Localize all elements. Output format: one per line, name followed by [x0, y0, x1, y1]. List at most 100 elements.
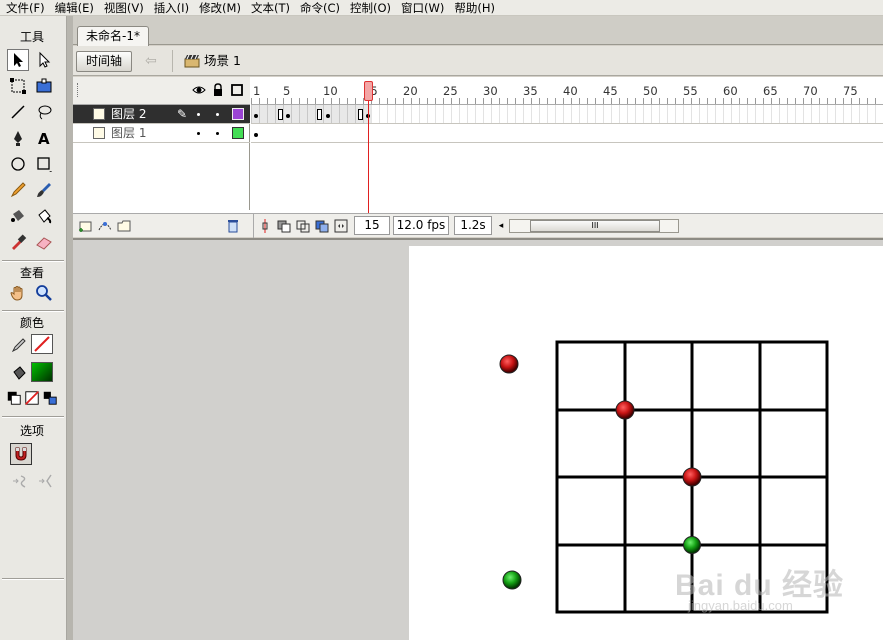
- no-color-icon: [34, 336, 50, 352]
- eyedropper-tool-button[interactable]: [7, 231, 29, 253]
- panel-grip[interactable]: [77, 83, 79, 97]
- line-tool-button[interactable]: [7, 101, 29, 123]
- timeline-toggle-button[interactable]: 时间轴: [76, 51, 132, 72]
- keyframe[interactable]: [286, 114, 290, 118]
- frame-end-marker[interactable]: [317, 109, 322, 120]
- add-motion-guide-icon[interactable]: [97, 218, 113, 234]
- menu-text[interactable]: 文本(T): [246, 1, 295, 15]
- document-tab[interactable]: 未命名-1*: [77, 26, 149, 46]
- pen-tool-button[interactable]: [7, 127, 29, 149]
- scene-label[interactable]: 场景 1: [204, 53, 241, 69]
- frame-grid[interactable]: [251, 105, 883, 210]
- red-ball[interactable]: [682, 467, 702, 487]
- frame-number: 50: [643, 84, 658, 98]
- baidu-watermark: Bai du 经验 jingyan.baidu.com: [600, 560, 880, 620]
- fill-color-bucket[interactable]: [8, 362, 30, 384]
- scroll-thumb[interactable]: III: [530, 220, 660, 232]
- keyframe[interactable]: [254, 133, 258, 137]
- swap-colors-button[interactable]: [42, 390, 58, 406]
- layer-row-1[interactable]: 图层 1: [73, 124, 250, 143]
- stroke-color-pencil[interactable]: [8, 334, 30, 356]
- menu-file[interactable]: 文件(F): [0, 1, 50, 15]
- layer-row-2[interactable]: 图层 2 ✎: [73, 105, 250, 124]
- back-arrow-icon[interactable]: ⇦: [145, 54, 163, 70]
- menu-commands[interactable]: 命令(C): [295, 1, 345, 15]
- onion-skin-outlines-icon[interactable]: [295, 218, 311, 234]
- snap-to-objects-button[interactable]: [10, 443, 32, 465]
- watermark-url: jingyan.baidu.com: [688, 598, 793, 613]
- layer-outline-color[interactable]: [232, 108, 244, 120]
- paint-bucket-tool-button[interactable]: [33, 205, 55, 227]
- playhead[interactable]: [364, 81, 373, 101]
- keyframe[interactable]: [254, 114, 258, 118]
- fill-color-swatch[interactable]: [31, 362, 53, 382]
- frame-number: 30: [483, 84, 498, 98]
- frame-row-layer-2[interactable]: [251, 105, 883, 124]
- menu-control[interactable]: 控制(O): [345, 1, 396, 15]
- green-ball[interactable]: [502, 570, 522, 590]
- insert-folder-icon[interactable]: [116, 218, 132, 234]
- toolbox-divider: [2, 260, 64, 262]
- red-ball[interactable]: [615, 400, 635, 420]
- timeline-horizontal-scrollbar[interactable]: III: [509, 219, 679, 233]
- subselection-tool-button[interactable]: [33, 49, 55, 71]
- lock-dot[interactable]: [216, 113, 219, 116]
- frame-end-marker[interactable]: [278, 109, 283, 120]
- visibility-dot[interactable]: [197, 113, 200, 116]
- ink-bottle-tool-button[interactable]: [7, 205, 29, 227]
- rectangle-tool-button[interactable]: [33, 153, 55, 175]
- smooth-button[interactable]: [8, 470, 32, 492]
- lock-icon[interactable]: [211, 83, 225, 97]
- menu-window[interactable]: 窗口(W): [396, 1, 449, 15]
- edit-multiple-frames-icon[interactable]: [314, 218, 330, 234]
- trash-icon[interactable]: [225, 218, 241, 234]
- insert-layer-icon[interactable]: [78, 218, 94, 234]
- black-white-button[interactable]: [6, 390, 22, 406]
- scroll-left-icon[interactable]: ◂: [495, 219, 507, 233]
- frame-rate-field[interactable]: 12.0 fps: [393, 216, 449, 235]
- menu-insert[interactable]: 插入(I): [149, 1, 194, 15]
- hand-tool-icon: [10, 286, 23, 301]
- red-ball[interactable]: [499, 354, 519, 374]
- gradient-transform-tool-button[interactable]: [33, 75, 55, 97]
- current-frame-field[interactable]: 15: [354, 216, 390, 235]
- frame-end-marker[interactable]: [358, 109, 363, 120]
- ink-bottle-tool-icon: [11, 210, 24, 222]
- visibility-dot[interactable]: [197, 132, 200, 135]
- zoom-tool-button[interactable]: [33, 282, 55, 304]
- text-tool-button[interactable]: A: [33, 127, 55, 149]
- view-section-title: 查看: [19, 266, 44, 280]
- brush-tool-button[interactable]: [33, 179, 55, 201]
- menu-edit[interactable]: 编辑(E): [50, 1, 99, 15]
- hand-tool-button[interactable]: [7, 282, 29, 304]
- scene-icon: [184, 54, 200, 68]
- modify-onion-markers-icon[interactable]: [333, 218, 349, 234]
- frame-ruler[interactable]: 1 5 10 15 20 25 30 35 40 45 50 55 60 65 …: [251, 77, 883, 105]
- layer-outline-color[interactable]: [232, 127, 244, 139]
- arrow-tool-button[interactable]: [7, 49, 29, 71]
- text-tool-icon: A: [38, 130, 50, 147]
- pencil-tool-button[interactable]: [7, 179, 29, 201]
- stroke-color-swatch[interactable]: [31, 334, 53, 354]
- toolbox-panel: 工具 A 查看 颜色 选项: [0, 16, 67, 640]
- lock-dot[interactable]: [216, 132, 219, 135]
- green-ball[interactable]: [683, 536, 701, 554]
- eraser-tool-button[interactable]: [33, 231, 55, 253]
- eye-icon[interactable]: [192, 83, 206, 97]
- menu-modify[interactable]: 修改(M): [194, 1, 246, 15]
- no-color-button[interactable]: [24, 390, 40, 406]
- oval-tool-button[interactable]: [7, 153, 29, 175]
- center-frame-icon[interactable]: [257, 218, 273, 234]
- magnet-icon: [15, 447, 27, 461]
- straighten-button[interactable]: [34, 470, 58, 492]
- outline-icon[interactable]: [230, 83, 244, 97]
- onion-skin-icon[interactable]: [276, 218, 292, 234]
- eraser-tool-icon: [36, 237, 52, 250]
- free-transform-tool-button[interactable]: [7, 75, 29, 97]
- frame-row-layer-1[interactable]: [251, 124, 883, 143]
- keyframe[interactable]: [326, 114, 330, 118]
- menu-view[interactable]: 视图(V): [99, 1, 149, 15]
- menu-help[interactable]: 帮助(H): [449, 1, 500, 15]
- frame-number: 5: [283, 84, 291, 98]
- lasso-tool-button[interactable]: [33, 101, 55, 123]
